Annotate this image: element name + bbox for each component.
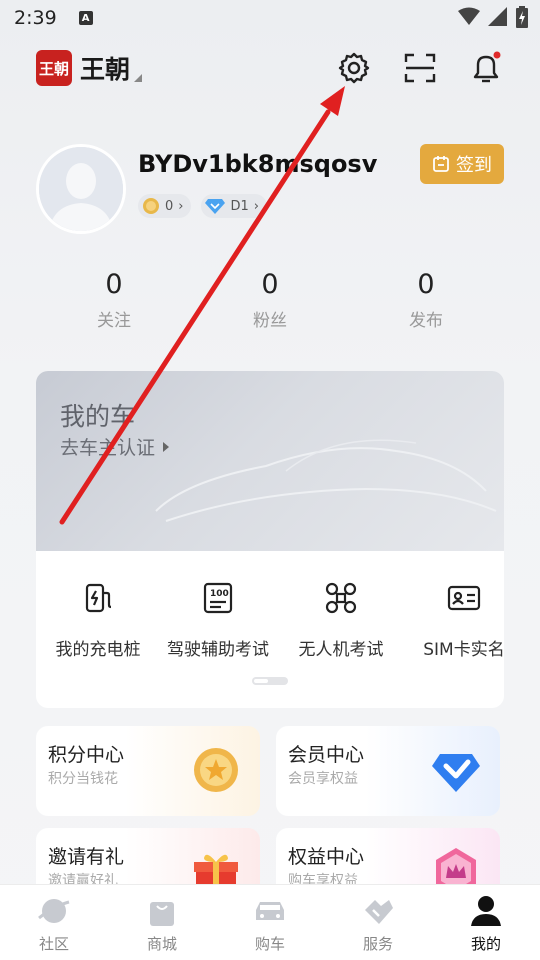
blue-diamond-icon (432, 754, 480, 792)
stat-value: 0 (105, 269, 123, 300)
notification-a-icon: A (78, 11, 93, 25)
page-indicator-active (254, 679, 268, 683)
coin-icon (143, 198, 159, 214)
my-car-title: 我的车 (60, 402, 136, 431)
tab-label: 我的 (470, 935, 501, 953)
tab-label: 社区 (38, 935, 69, 953)
svg-text:100: 100 (210, 589, 229, 599)
tab-community[interactable]: 社区 (14, 893, 94, 954)
signin-button[interactable]: 签到 (420, 144, 504, 184)
battery-icon (516, 6, 528, 28)
brand-dropdown-icon (134, 74, 143, 82)
shopping-bag-icon (150, 902, 174, 926)
tile-title: 会员中心 (288, 744, 365, 766)
calendar-icon (433, 156, 449, 172)
tab-buy-car[interactable]: 购车 (230, 893, 310, 954)
service-sim-realname[interactable]: SIM卡实名 (402, 581, 504, 660)
wifi-icon (458, 7, 480, 25)
scan-icon (404, 53, 436, 83)
points-value: 0 (165, 198, 174, 214)
tile-title: 积分中心 (48, 744, 125, 766)
tile-title: 邀请有礼 (48, 846, 125, 868)
my-car-banner[interactable]: 我的车 去车主认证 (36, 371, 504, 551)
diamond-icon (205, 199, 226, 214)
service-drone-exam[interactable]: 无人机考试 (279, 581, 403, 660)
caret-right-icon (163, 441, 170, 452)
badges: 0 › D1 › (138, 194, 267, 218)
top-bar: 王朝 王朝 (36, 48, 504, 92)
charging-pile-icon (85, 583, 112, 613)
notifications-button[interactable] (466, 48, 506, 88)
tile-title: 权益中心 (288, 846, 365, 868)
tile-subtitle: 积分当钱花 (48, 771, 118, 787)
brand-switcher[interactable]: 王朝 王朝 (36, 50, 143, 86)
stat-followers[interactable]: 0 粉丝 (210, 268, 330, 331)
service-label: 无人机考试 (298, 640, 384, 660)
bottom-tab-bar: 社区 商城 购车 服务 我的 (0, 884, 540, 960)
tab-mine[interactable]: 我的 (446, 893, 526, 954)
level-value: D1 (230, 198, 249, 214)
tile-member-center[interactable]: 会员中心 会员享权益 (276, 726, 500, 816)
stat-following[interactable]: 0 关注 (54, 268, 174, 331)
stat-value: 0 (261, 269, 279, 300)
page-indicator (252, 677, 288, 685)
signin-label: 签到 (456, 155, 492, 176)
username[interactable]: BYDv1bk8msqosv (138, 150, 377, 178)
car-services: 我的充电桩 100 驾驶辅助考试 无人机考试 SIM卡实名 (36, 581, 504, 661)
planet-icon (38, 899, 70, 923)
scan-button[interactable] (400, 48, 440, 88)
tab-service[interactable]: 服务 (338, 893, 418, 954)
tile-points-center[interactable]: 积分中心 积分当钱花 (36, 726, 260, 816)
tile-subtitle: 会员享权益 (288, 771, 358, 787)
gold-coin-icon (194, 748, 238, 792)
tab-label: 商城 (146, 935, 177, 953)
status-bar: 2:39 A (0, 0, 540, 36)
tab-label: 服务 (362, 935, 393, 953)
my-car-card: 我的车 去车主认证 我的充电桩 100 驾驶辅助考试 无人机考试 SIM卡实名 (36, 371, 504, 708)
stat-posts[interactable]: 0 发布 (366, 268, 486, 331)
chevron-right-icon: › (253, 198, 259, 214)
status-time: 2:39 (14, 7, 57, 29)
handshake-icon (365, 900, 393, 924)
owner-verify-link[interactable]: 去车主认证 (60, 433, 170, 460)
status-icons (458, 6, 528, 28)
level-badge[interactable]: D1 › (201, 194, 267, 218)
avatar[interactable] (36, 144, 126, 234)
settings-button[interactable] (334, 48, 374, 88)
service-label: SIM卡实名 (423, 640, 504, 660)
car-icon (256, 902, 284, 920)
id-card-icon (447, 585, 481, 611)
points-badge[interactable]: 0 › (138, 194, 192, 218)
service-label: 驾驶辅助考试 (167, 640, 269, 660)
stat-label: 粉丝 (253, 311, 287, 331)
bell-icon (473, 51, 501, 83)
service-charging-pile[interactable]: 我的充电桩 (36, 581, 160, 660)
stat-label: 关注 (97, 311, 131, 331)
service-driving-exam[interactable]: 100 驾驶辅助考试 (156, 581, 280, 660)
profile-section: BYDv1bk8msqosv 0 › D1 › 签到 (36, 144, 504, 236)
gear-icon (338, 52, 370, 84)
person-icon (471, 896, 501, 926)
owner-verify-label: 去车主认证 (60, 437, 156, 459)
stats-row: 0 关注 0 粉丝 0 发布 (0, 268, 540, 334)
brand-name: 王朝 (80, 55, 131, 84)
default-avatar-icon (39, 147, 123, 231)
service-label: 我的充电桩 (55, 640, 141, 660)
tab-mall[interactable]: 商城 (122, 893, 202, 954)
exam-score-icon: 100 (203, 582, 233, 614)
signal-icon (488, 7, 507, 26)
tab-label: 购车 (254, 935, 285, 953)
stat-label: 发布 (409, 311, 443, 331)
stat-value: 0 (417, 269, 435, 300)
chevron-right-icon: › (178, 198, 184, 214)
drone-icon (325, 582, 357, 614)
brand-logo: 王朝 (36, 50, 72, 86)
